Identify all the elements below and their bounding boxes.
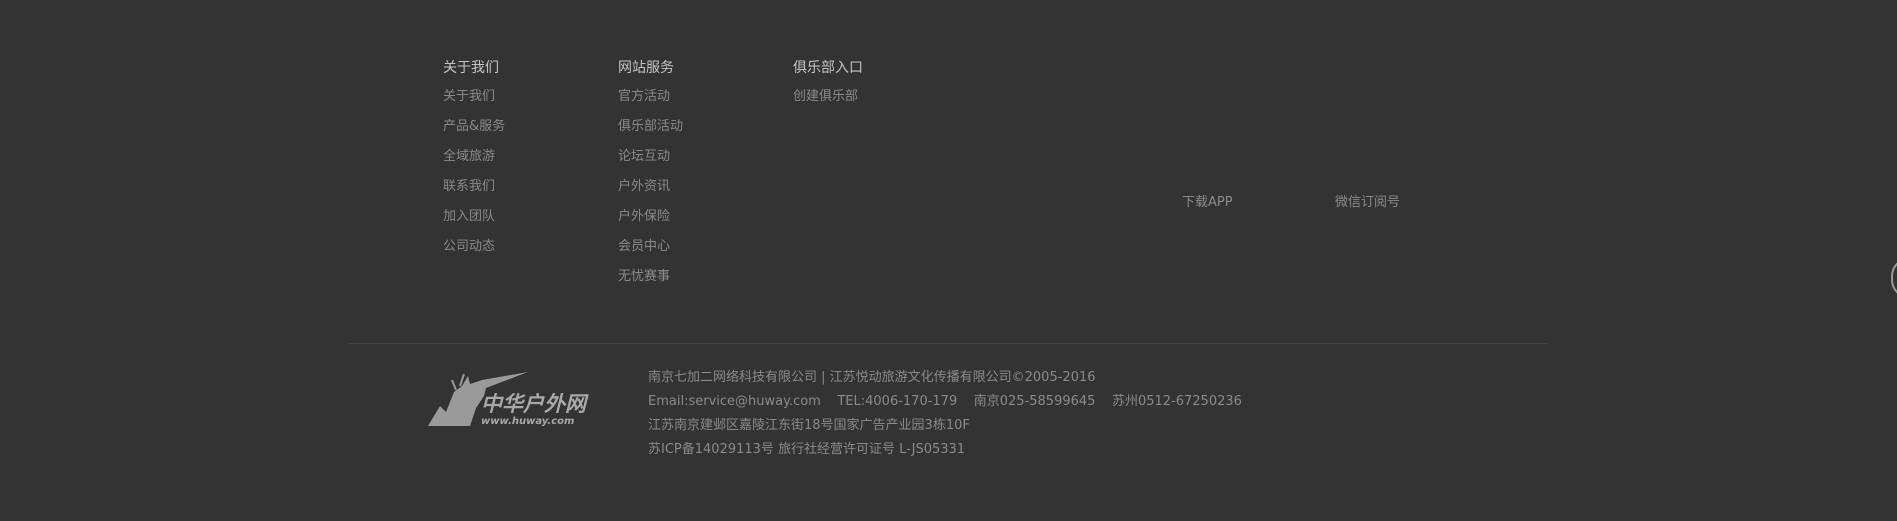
logo-text: 中华户外网 [481, 392, 589, 416]
column-title-service: 网站服务 [618, 60, 674, 76]
site-logo[interactable]: 中华户外网 www.huway.com [426, 368, 591, 428]
footer-column-about: 关于我们 关于我们 产品&服务 全域旅游 联系我们 加入团队 公司动态 [443, 58, 505, 267]
column-title-about: 关于我们 [443, 60, 499, 76]
footer-column-service: 网站服务 官方活动 俱乐部活动 论坛互动 户外资讯 户外保险 会员中心 无忧赛事 [618, 58, 683, 297]
link-events[interactable]: 无忧赛事 [618, 267, 683, 287]
link-products-services[interactable]: 产品&服务 [443, 117, 505, 137]
download-app-link[interactable]: 下载APP [1182, 193, 1233, 213]
link-member-center[interactable]: 会员中心 [618, 237, 683, 257]
link-global-tourism[interactable]: 全域旅游 [443, 147, 505, 167]
link-outdoor-news[interactable]: 户外资讯 [618, 177, 683, 197]
footer-column-club: 俱乐部入口 创建俱乐部 [793, 58, 863, 117]
company-line: 南京七加二网络科技有限公司 | 江苏悦动旅游文化传播有限公司©2005-2016 [648, 370, 1096, 385]
link-outdoor-insurance[interactable]: 户外保险 [618, 207, 683, 227]
link-about-us[interactable]: 关于我们 [443, 87, 505, 107]
address-line: 江苏南京建邺区嘉陵江东街18号国家广告产业园3栋10F [648, 418, 970, 433]
side-float-tab[interactable] [1891, 258, 1897, 298]
contact-line: Email:service@huway.com TEL:4006-170-179… [648, 394, 1242, 409]
link-company-news[interactable]: 公司动态 [443, 237, 505, 257]
logo-url-text: www.huway.com [481, 416, 574, 427]
license-line: 苏ICP备14029113号 旅行社经营许可证号 L-JS05331 [648, 442, 966, 457]
footer-divider [348, 343, 1548, 344]
logo-graphic: 中华户外网 www.huway.com [428, 372, 589, 427]
link-contact-us[interactable]: 联系我们 [443, 177, 505, 197]
link-official-events[interactable]: 官方活动 [618, 87, 683, 107]
link-forum[interactable]: 论坛互动 [618, 147, 683, 167]
wechat-subscription-link[interactable]: 微信订阅号 [1335, 193, 1400, 213]
column-title-club: 俱乐部入口 [793, 60, 863, 76]
link-create-club[interactable]: 创建俱乐部 [793, 87, 863, 107]
footer-info: 南京七加二网络科技有限公司 | 江苏悦动旅游文化传播有限公司©2005-2016… [648, 368, 1242, 464]
link-join-team[interactable]: 加入团队 [443, 207, 505, 227]
link-club-events[interactable]: 俱乐部活动 [618, 117, 683, 137]
